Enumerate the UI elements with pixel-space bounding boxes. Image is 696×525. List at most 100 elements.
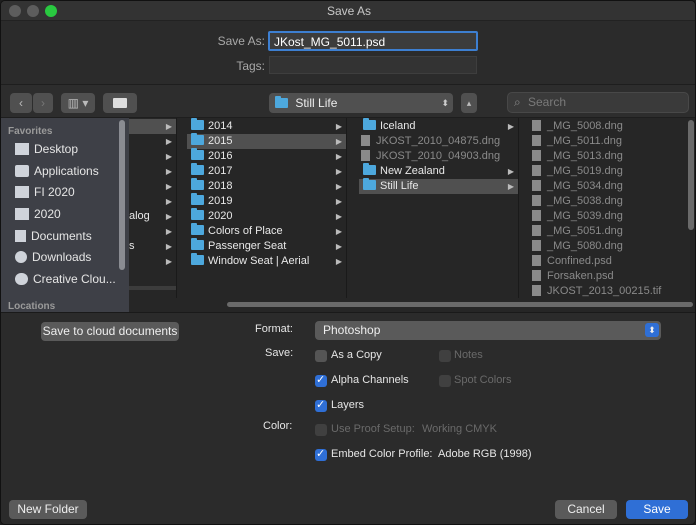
format-select[interactable]: Photoshop ⬍ — [315, 321, 661, 340]
as-a-copy-checkbox[interactable] — [315, 350, 327, 362]
notes-checkbox[interactable] — [439, 350, 451, 362]
list-item[interactable]: ▶ — [129, 149, 176, 164]
folder-icon — [191, 178, 204, 190]
list-item[interactable]: New Zealand ▶ — [359, 163, 518, 179]
list-item[interactable]: 2014 ▶ — [187, 118, 346, 134]
column-0-scrollbar[interactable] — [129, 286, 176, 290]
chevron-right-icon: ▶ — [507, 182, 514, 191]
list-item-label: _MG_5013.dng — [547, 150, 623, 162]
list-item-label: New Zealand — [380, 165, 445, 177]
file-icon — [532, 195, 541, 206]
folder-icon — [363, 178, 376, 190]
list-item-label: s — [129, 240, 135, 252]
list-item[interactable]: ▶ — [129, 254, 176, 269]
list-item[interactable]: Still Life ▶ — [359, 178, 518, 194]
use-proof-setup-checkbox[interactable] — [315, 424, 327, 436]
sidebar-item-label: Downloads — [32, 250, 92, 264]
list-item[interactable]: s ▶ — [129, 239, 176, 254]
list-item-label: JKOST_2013_00215.tif — [547, 285, 662, 297]
list-item-label: 2018 — [208, 180, 233, 192]
new-folder-button[interactable]: New Folder — [9, 500, 87, 519]
list-item: _MG_5019.dng — [530, 164, 680, 179]
sidebar-item-applications[interactable]: Applications — [15, 161, 99, 181]
chevron-right-icon: ▶ — [335, 257, 342, 266]
folder-icon — [191, 223, 204, 235]
list-item[interactable]: 2015 ▶ — [187, 133, 346, 149]
list-item[interactable]: 2017 ▶ — [187, 163, 346, 179]
list-item[interactable]: Window Seat | Aerial ▶ — [187, 253, 346, 269]
alpha-channels-checkbox[interactable] — [315, 373, 327, 387]
list-item[interactable]: 2020 ▶ — [187, 208, 346, 224]
list-item[interactable]: Passenger Seat ▶ — [187, 238, 346, 254]
list-item[interactable]: 2016 ▶ — [187, 148, 346, 164]
layers-label: Layers — [331, 399, 365, 411]
back-button[interactable]: ‹ — [10, 93, 32, 113]
column-3-scrollbar[interactable] — [688, 120, 694, 230]
list-item[interactable]: ▶ — [129, 119, 176, 134]
chevron-right-icon: ▶ — [335, 152, 342, 161]
chevron-right-icon: ▶ — [335, 137, 342, 146]
chevron-left-icon: ‹ — [19, 96, 23, 110]
chevron-right-icon: ▶ — [165, 167, 172, 176]
folder-icon — [363, 118, 376, 130]
list-item-label: Still Life — [380, 180, 419, 192]
list-item[interactable]: ▶ — [129, 164, 176, 179]
sidebar-item-2020[interactable]: 2020 — [15, 204, 61, 224]
list-item: _MG_5011.dng — [530, 134, 680, 149]
documents-icon — [15, 230, 26, 242]
folder-icon — [15, 186, 29, 198]
list-item-label: _MG_5039.dng — [547, 210, 623, 222]
folder-icon — [191, 193, 204, 205]
list-item[interactable]: ▶ — [129, 194, 176, 209]
save-to-cloud-button[interactable]: Save to cloud documents — [41, 322, 179, 341]
list-item[interactable]: Iceland ▶ — [359, 118, 518, 134]
updown-chevron-icon: ⬍ — [441, 98, 449, 108]
list-item-label: _MG_5011.dng — [547, 135, 623, 147]
file-icon — [532, 255, 541, 266]
sidebar-item-fi-2020[interactable]: FI 2020 — [15, 182, 75, 202]
search-field[interactable]: ⌕ Search — [507, 92, 689, 113]
chevron-up-icon: ▴ — [466, 98, 472, 108]
list-item: Forsaken.psd — [530, 269, 680, 284]
search-placeholder: Search — [528, 95, 567, 109]
location-popup[interactable]: Still Life ⬍ — [269, 93, 453, 113]
format-value: Photoshop — [323, 323, 381, 337]
save-button[interactable]: Save — [626, 500, 688, 519]
spot-colors-checkbox[interactable] — [439, 375, 451, 387]
sidebar-item-creative-cloud[interactable]: Creative Clou... — [15, 269, 116, 289]
folder-icon — [191, 208, 204, 220]
horizontal-scrollbar[interactable] — [227, 302, 693, 307]
view-mode-button[interactable]: ▥ ▾ — [61, 93, 95, 113]
column-browser: ▶ ▶ ▶ ▶ ▶ ▶ alog ▶ ▶ s ▶ ▶ 2014 ▶ 2015 ▶ 201… — [129, 118, 695, 312]
list-item[interactable]: Colors of Place ▶ — [187, 223, 346, 239]
embed-color-profile-checkbox[interactable] — [315, 447, 327, 461]
save-as-field[interactable]: JKost_MG_5011.psd — [268, 31, 478, 51]
tags-field[interactable] — [269, 56, 477, 74]
list-item[interactable]: ▶ — [129, 134, 176, 149]
file-icon — [532, 210, 541, 221]
file-icon — [532, 135, 541, 146]
collapse-button[interactable]: ▴ — [461, 93, 477, 113]
cancel-button[interactable]: Cancel — [555, 500, 617, 519]
sidebar-scrollbar[interactable] — [119, 120, 125, 270]
file-icon — [532, 120, 541, 131]
list-item[interactable]: 2019 ▶ — [187, 193, 346, 209]
list-item-label: _MG_5051.dng — [547, 225, 623, 237]
folder-icon — [113, 98, 127, 108]
column-2: Iceland ▶ JKOST_2010_04875.dng JKOST_2010… — [359, 118, 519, 298]
sidebar-item-documents[interactable]: Documents — [15, 226, 92, 246]
chevron-right-icon: ▶ — [165, 137, 172, 146]
list-item[interactable]: ▶ — [129, 179, 176, 194]
list-item[interactable]: ▶ — [129, 224, 176, 239]
chevron-right-icon: ▶ — [335, 167, 342, 176]
new-folder-icon-button[interactable] — [103, 93, 137, 113]
list-item[interactable]: 2018 ▶ — [187, 178, 346, 194]
list-item: _MG_5038.dng — [530, 194, 680, 209]
chevron-right-icon: ▶ — [335, 227, 342, 236]
list-item[interactable]: alog ▶ — [129, 209, 176, 224]
sidebar-item-desktop[interactable]: Desktop — [15, 139, 78, 159]
forward-button[interactable]: › — [33, 93, 53, 113]
layers-checkbox[interactable] — [315, 398, 327, 412]
as-a-copy-label: As a Copy — [331, 349, 382, 361]
sidebar-item-downloads[interactable]: Downloads — [15, 247, 91, 267]
